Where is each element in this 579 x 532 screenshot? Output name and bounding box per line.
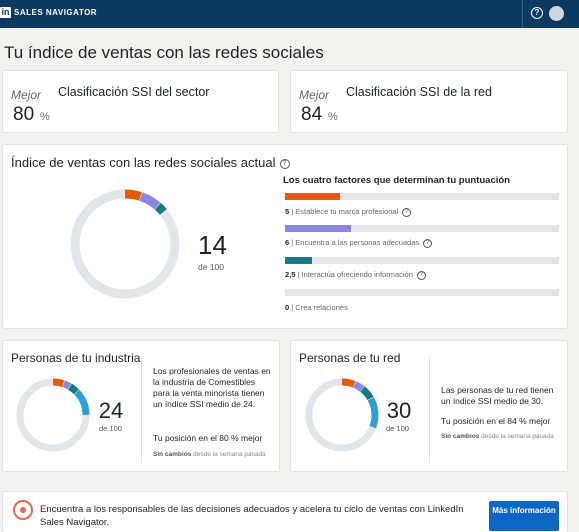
industry-title: Personas de tu industria — [11, 351, 141, 365]
factor-bar-relationships — [285, 289, 559, 296]
top-navigation-bar: in SALES NAVIGATOR ? — [0, 0, 579, 28]
ssi-title: Índice de ventas con las redes sociales … — [11, 155, 290, 170]
avatar[interactable] — [549, 6, 564, 21]
industry-rank: Tu posición en el 80 % mejor — [153, 433, 263, 443]
factors-title: Los cuatro factores que determinan tu pu… — [283, 175, 510, 186]
help-icon[interactable]: ? — [531, 7, 543, 19]
network-rank-unit: % — [328, 111, 338, 123]
network-description: Las personas de tu red tienen un índice … — [441, 385, 554, 406]
industry-score: 24 — [98, 398, 124, 423]
sales-navigator-logo[interactable]: in SALES NAVIGATOR — [0, 7, 97, 18]
factor-label-brand: 5 | Establece tu marca profesional? — [285, 207, 412, 217]
more-info-button[interactable]: Más información — [489, 501, 559, 531]
ssi-score-of: de 100 — [198, 262, 224, 272]
sector-rank-value: 80 — [13, 104, 35, 125]
industry-score-of: de 100 — [99, 424, 122, 433]
brand-name: SALES NAVIGATOR — [14, 8, 98, 17]
sector-rank-card: Mejor Clasificación SSI del sector 80 % — [2, 70, 279, 133]
top-divider — [522, 0, 523, 28]
network-score: 30 — [386, 398, 412, 423]
question-icon[interactable]: ? — [279, 158, 290, 169]
question-icon[interactable]: ? — [416, 270, 426, 280]
factor-bar-fill — [285, 257, 313, 264]
factor-label-engage: 2,5 | Interactúa ofreciendo información? — [285, 270, 426, 280]
network-rank-value: 84 — [301, 104, 323, 125]
factor-bar-engage — [285, 257, 559, 264]
linkedin-logo-icon: in — [0, 7, 11, 18]
question-icon[interactable]: ? — [402, 207, 412, 217]
network-rank-title: Clasificación SSI de la red — [346, 85, 492, 99]
factor-bar-fill — [285, 193, 340, 200]
network-divider — [429, 358, 430, 463]
network-rank-label: Mejor — [299, 88, 330, 102]
industry-change: Sin cambios desde la semana pasada — [153, 451, 266, 458]
industry-donut-chart — [16, 378, 90, 452]
ssi-score: 14 — [198, 230, 227, 260]
banner-text: Encuentra a los responsables de las deci… — [40, 504, 464, 528]
target-icon — [13, 500, 33, 520]
sector-rank-label: Mejor — [11, 88, 42, 102]
factor-bar-brand — [285, 193, 559, 200]
sector-rank-unit: % — [40, 111, 50, 123]
ssi-donut-chart — [70, 189, 180, 299]
sector-rank-title: Clasificación SSI del sector — [58, 85, 210, 99]
industry-description: Los profesionales de ventas en la indust… — [153, 366, 271, 409]
industry-divider — [141, 358, 142, 463]
page-title: Tu índice de ventas con las redes social… — [4, 43, 324, 62]
network-rank-card: Mejor Clasificación SSI de la red 84 % — [290, 70, 568, 133]
factor-bar-fill — [285, 225, 351, 232]
network-score-of: de 100 — [386, 424, 409, 433]
network-donut-chart — [305, 378, 379, 452]
factor-bar-people — [285, 225, 559, 232]
network-rank: Tu posición en el 84 % mejor — [441, 416, 551, 426]
network-title: Personas de tu red — [299, 351, 401, 365]
ssi-title-text: Índice de ventas con las redes sociales … — [11, 155, 276, 170]
factor-label-relationships: 0 | Crea relaciones — [285, 303, 348, 312]
network-change: Sin cambios desde la semana pasada — [441, 433, 554, 440]
factor-label-people: 6 | Encuentra a las personas adecuadas? — [285, 238, 433, 248]
question-icon[interactable]: ? — [423, 238, 433, 248]
